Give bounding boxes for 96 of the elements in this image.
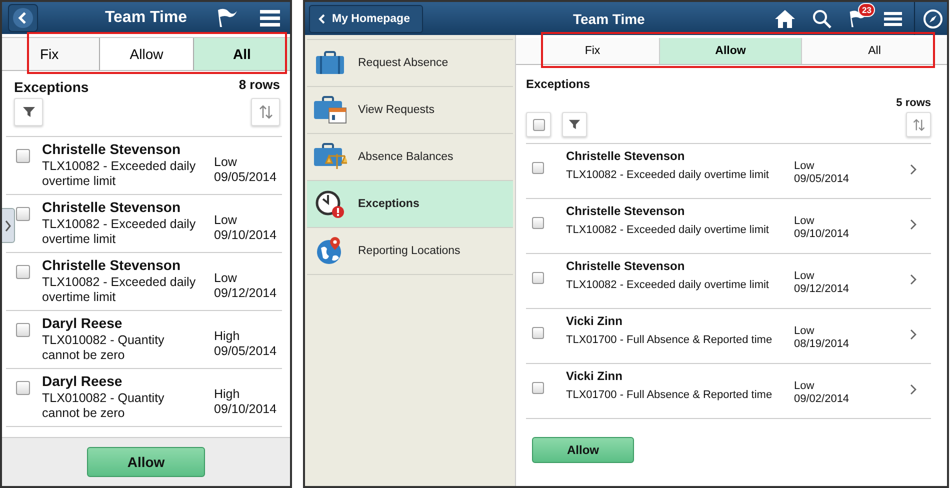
priority-text: Low — [214, 271, 238, 286]
employee-name: Christelle Stevenson — [566, 149, 686, 163]
date-text: 09/10/2014 — [214, 402, 277, 417]
sort-icon — [258, 104, 274, 120]
chevron-left-icon — [318, 14, 326, 24]
row-checkbox[interactable] — [532, 162, 544, 174]
menu-icon[interactable] — [884, 10, 902, 26]
briefcase-calendar-icon — [313, 96, 347, 124]
briefcase-scale-icon — [313, 143, 347, 171]
row-checkbox[interactable] — [16, 381, 30, 395]
priority-text: High — [214, 329, 241, 344]
date-text: 09/05/2014 — [214, 344, 277, 359]
sidebar-item[interactable]: View Requests — [307, 86, 513, 133]
exception-detail: TLX10082 - Exceeded daily overtime limit — [42, 159, 197, 189]
filter-icon — [568, 118, 581, 131]
back-button[interactable] — [8, 4, 38, 32]
date-text: 09/05/2014 — [214, 170, 277, 185]
priority-text: Low — [794, 215, 816, 228]
section-title: Exceptions — [14, 79, 89, 95]
sidebar-item[interactable]: Exceptions — [307, 180, 513, 227]
date-text: 09/02/2014 — [794, 393, 850, 406]
compass-icon[interactable] — [923, 8, 943, 28]
home-icon[interactable] — [774, 8, 796, 28]
exception-detail: TLX10082 - Exceeded daily overtime limit — [566, 169, 770, 181]
priority-text: Low — [214, 213, 238, 228]
filter-button[interactable] — [562, 112, 587, 137]
tab[interactable]: Allow — [659, 38, 801, 64]
chevron-right-icon[interactable] — [910, 384, 917, 395]
date-text: 09/12/2014 — [214, 286, 277, 301]
row-count: 5 rows — [896, 97, 931, 109]
employee-name: Christelle Stevenson — [566, 204, 686, 218]
priority-text: High — [214, 387, 241, 402]
chevron-right-icon[interactable] — [910, 219, 917, 230]
filter-icon — [22, 105, 36, 119]
search-icon[interactable] — [812, 8, 832, 28]
row-checkbox[interactable] — [532, 382, 544, 394]
priority-text: Low — [794, 325, 816, 338]
back-button[interactable]: My Homepage — [309, 4, 423, 32]
section-title: Exceptions — [526, 77, 592, 91]
employee-name: Vicki Zinn — [566, 314, 624, 328]
exception-detail: TLX10082 - Exceeded daily overtime limit — [42, 275, 197, 305]
employee-name: Christelle Stevenson — [566, 259, 686, 273]
row-checkbox[interactable] — [532, 272, 544, 284]
row-count: 8 rows — [238, 77, 280, 92]
chevron-right-icon[interactable] — [910, 329, 917, 340]
tab[interactable]: All — [193, 38, 290, 70]
date-text: 09/10/2014 — [214, 228, 277, 243]
chevron-right-icon[interactable] — [910, 274, 917, 285]
row-checkbox[interactable] — [16, 323, 30, 337]
employee-name: Daryl Reese — [42, 373, 124, 389]
priority-text: Low — [794, 270, 816, 283]
date-text: 08/19/2014 — [794, 338, 850, 351]
sort-icon — [912, 118, 926, 132]
sidebar-item[interactable]: Reporting Locations — [307, 227, 513, 275]
sort-button[interactable] — [906, 112, 931, 137]
back-icon — [13, 8, 33, 28]
date-text: 09/12/2014 — [794, 283, 850, 296]
exception-detail: TLX010082 - Quantity cannot be zero — [42, 391, 166, 421]
flag-icon[interactable] — [216, 8, 238, 28]
row-checkbox[interactable] — [16, 265, 30, 279]
date-text: 09/10/2014 — [794, 228, 850, 241]
chevron-right-icon[interactable] — [910, 164, 917, 175]
date-text: 09/05/2014 — [794, 173, 850, 186]
briefcase-icon — [313, 51, 347, 75]
row-checkbox[interactable] — [532, 217, 544, 229]
tab[interactable]: Allow — [99, 38, 193, 70]
chevron-right-icon — [4, 220, 12, 232]
allow-button[interactable]: Allow — [532, 437, 634, 463]
row-checkbox[interactable] — [16, 149, 30, 163]
employee-name: Christelle Stevenson — [42, 199, 182, 215]
priority-text: Low — [794, 380, 816, 393]
allow-button[interactable]: Allow — [87, 447, 205, 477]
exception-detail: TLX10082 - Exceeded daily overtime limit — [566, 224, 770, 236]
row-checkbox[interactable] — [532, 327, 544, 339]
sort-button[interactable] — [251, 98, 280, 126]
exception-detail: TLX010082 - Quantity cannot be zero — [42, 333, 166, 363]
menu-icon[interactable] — [260, 9, 280, 27]
exception-detail: TLX10082 - Exceeded daily overtime limit — [566, 279, 770, 291]
employee-name: Christelle Stevenson — [42, 257, 182, 273]
row-checkbox[interactable] — [16, 207, 30, 221]
exception-detail: TLX10082 - Exceeded daily overtime limit — [42, 217, 197, 247]
exception-detail: TLX01700 - Full Absence & Reported time — [566, 389, 774, 401]
page-title: Team Time — [573, 10, 645, 26]
employee-name: Christelle Stevenson — [42, 141, 182, 157]
sidebar-item[interactable]: Request Absence — [307, 39, 513, 86]
clock-alert-icon — [313, 189, 347, 219]
filter-button[interactable] — [14, 98, 43, 126]
side-panel-handle[interactable] — [2, 208, 15, 243]
page-title: Team Time — [104, 9, 188, 27]
employee-name: Daryl Reese — [42, 315, 124, 331]
exception-detail: TLX01700 - Full Absence & Reported time — [566, 334, 774, 346]
notification-badge: 23 — [858, 2, 876, 16]
select-all-button[interactable] — [526, 112, 551, 137]
employee-name: Vicki Zinn — [566, 369, 624, 383]
priority-text: Low — [214, 155, 238, 170]
priority-text: Low — [794, 160, 816, 173]
